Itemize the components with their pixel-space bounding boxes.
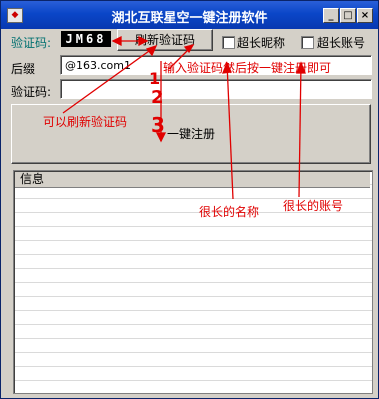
arrow-long-account [298,62,302,198]
annotation-instruction: 输入验证码然后按一键注册即可 [163,61,332,75]
annotation-step2: 2 [151,87,164,108]
annotation-long-account: 很长的账号 [283,199,344,213]
arrow-long-name [226,62,234,200]
arrow-refresh-hint [62,45,157,114]
annotation-step3: 3 [151,113,165,137]
annotation-step1: 1 [149,69,161,88]
arrowhead-refresh [138,35,149,47]
annotation-refresh-hint: 可以刷新验证码 [43,115,128,129]
annotation-long-name: 很长的名称 [199,205,260,219]
arrowhead-captcha [111,35,122,47]
app-window: ◆ 湖北互联星空一键注册软件 _ □ × 验证码: JM68 刷新验证码 超长昵… [0,0,379,399]
